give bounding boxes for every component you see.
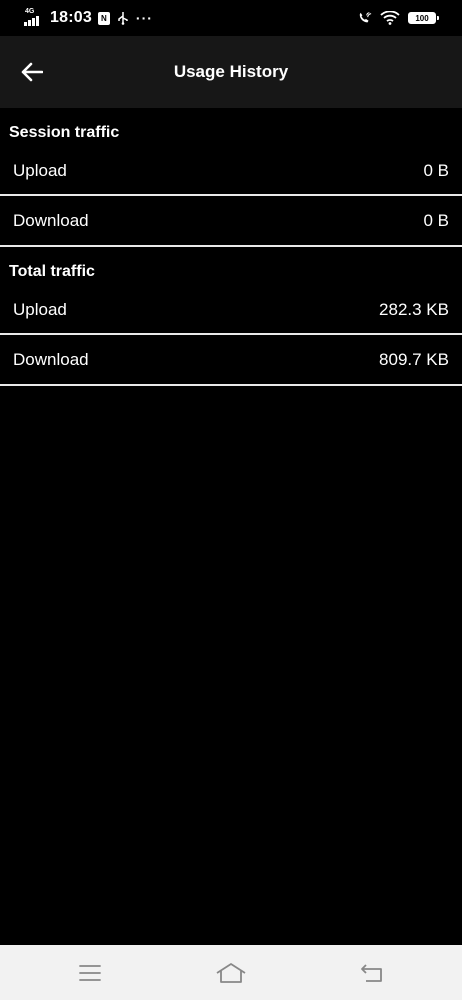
page-title: Usage History	[173, 62, 289, 81]
return-icon	[361, 964, 382, 982]
usb-icon	[116, 11, 130, 25]
total-upload-row: Upload 282.3 KB	[0, 291, 462, 335]
nav-menu-button[interactable]	[70, 957, 110, 989]
session-traffic-section: Session traffic Upload 0 B Download 0 B	[0, 108, 462, 247]
status-bar: 4G 18:03 N ··· 100	[0, 0, 462, 36]
usage-history-content: Session traffic Upload 0 B Download 0 B …	[0, 108, 462, 386]
notification-app-icon: N	[97, 11, 110, 25]
nav-home-button[interactable]	[211, 957, 251, 989]
home-icon	[216, 963, 246, 983]
row-label: Upload	[13, 161, 67, 180]
total-traffic-section: Total traffic Upload 282.3 KB Download 8…	[0, 247, 462, 386]
row-label: Download	[13, 210, 89, 230]
section-title: Session traffic	[9, 124, 120, 141]
status-bar-left: 4G 18:03 N ···	[24, 0, 153, 36]
wifi-call-icon	[358, 11, 372, 25]
status-time: 18:03	[50, 9, 92, 26]
nav-back-button[interactable]	[352, 957, 392, 989]
row-label: Download	[13, 349, 89, 369]
back-button[interactable]	[12, 50, 52, 94]
arrow-left-icon	[21, 62, 43, 82]
session-upload-row: Upload 0 B	[0, 152, 462, 196]
system-nav-bar	[0, 945, 462, 1000]
row-value: 0 B	[423, 210, 449, 230]
cellular-signal-icon: 4G	[24, 8, 44, 28]
wifi-icon	[380, 11, 400, 25]
row-label: Upload	[13, 300, 67, 319]
network-type-label: 4G	[25, 8, 35, 15]
session-download-row: Download 0 B	[0, 196, 462, 247]
section-title: Total traffic	[9, 263, 95, 280]
row-value: 809.7 KB	[379, 349, 449, 369]
more-notifications-indicator: ···	[135, 10, 153, 26]
status-bar-right: 100	[358, 0, 439, 36]
menu-icon	[79, 965, 101, 981]
row-value: 0 B	[423, 161, 449, 180]
battery-icon: 100	[408, 12, 439, 24]
row-value: 282.3 KB	[379, 300, 449, 319]
total-download-row: Download 809.7 KB	[0, 335, 462, 386]
app-bar: Usage History	[0, 36, 462, 108]
